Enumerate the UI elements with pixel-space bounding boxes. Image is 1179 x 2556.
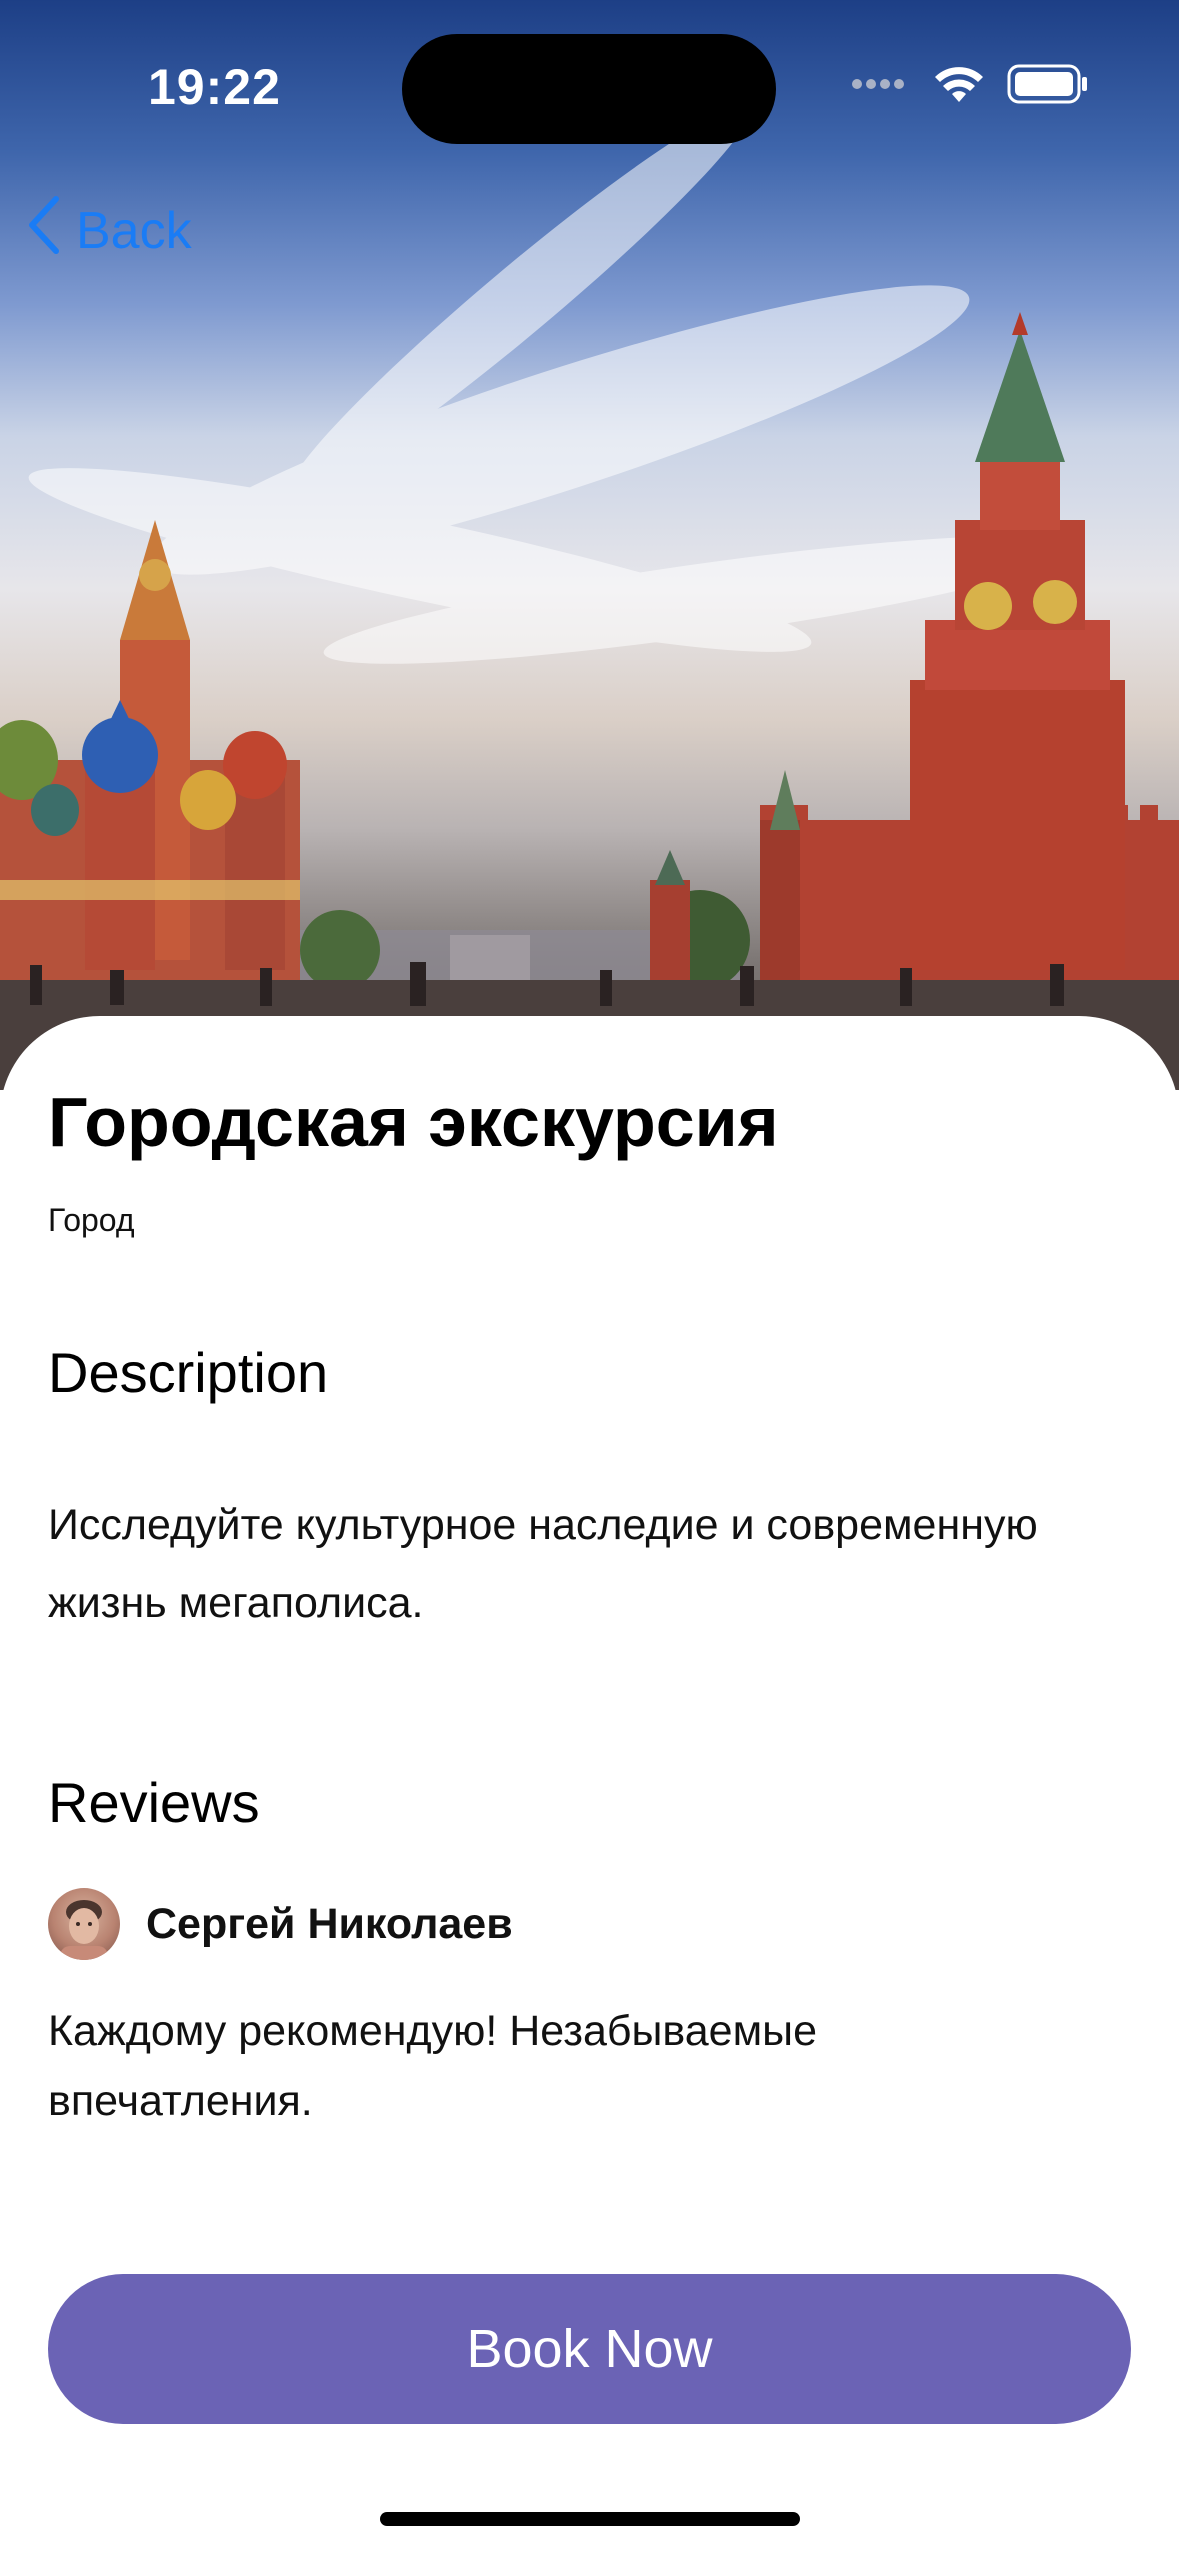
back-button[interactable]: Back [26,195,192,268]
description-text: Исследуйте культурное наследие и совреме… [48,1501,1038,1627]
wifi-icon [933,64,985,109]
battery-icon [1007,64,1089,109]
red-square-illustration [0,105,1179,1090]
reviews-heading: Reviews [48,1771,260,1834]
description-heading: Description [48,1341,329,1404]
chevron-left-icon [26,195,62,268]
review-item: Сергей Николаев [48,1888,513,1960]
book-now-button[interactable]: Book Now [48,2274,1131,2424]
dynamic-island [402,34,776,144]
hero-image [0,0,1179,1090]
back-label: Back [76,202,192,260]
status-icons [851,64,1089,109]
status-time: 19:22 [148,59,281,115]
review-text: Каждому рекомендую! Незабываемые впечатл… [48,2007,817,2125]
cellular-signal-icon [851,75,911,98]
home-indicator [380,2512,800,2526]
tour-category: Город [48,1202,135,1238]
reviewer-name: Сергей Николаев [146,1899,513,1948]
avatar [48,1888,120,1960]
tour-title: Городская экскурсия [48,1083,779,1161]
